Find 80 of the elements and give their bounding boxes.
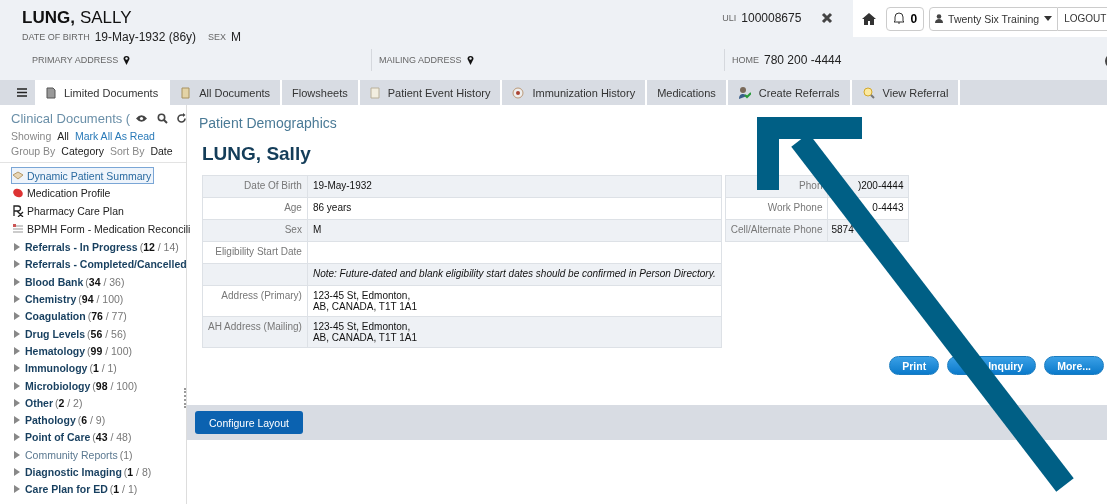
field-label: Address (Primary) [221, 290, 302, 301]
group-by-label: Group By [11, 145, 56, 157]
category-item[interactable]: Hematology [25, 344, 86, 357]
field-value: 0-4443 [872, 202, 904, 213]
patient-first-name: SALLY [79, 8, 132, 28]
category-count: (56 / 56) [87, 327, 127, 340]
category-count: (2 / 2) [55, 396, 83, 409]
mark-all-read-link[interactable]: Mark All As Read [74, 130, 155, 142]
group-by-value: Category [61, 145, 104, 157]
category-item[interactable]: Coagulation [25, 310, 86, 323]
field-value: )200-4444 [857, 180, 904, 191]
sex-value: M [231, 30, 242, 44]
showing-value: All [57, 130, 69, 142]
note-text: Note: Future-dated and blank eligibility start dates should be confirmed in Person Directory. [312, 268, 716, 279]
category-count: (1 / 1) [109, 483, 138, 496]
category-count: (1 / 1) [89, 362, 117, 375]
dob-value: 19-May-1932 (86y) [94, 30, 197, 44]
category-count: (98 / 100) [92, 379, 138, 392]
patient-last-name: LUNG, [22, 8, 75, 28]
dob-label: DATE OF BIRTH [22, 32, 90, 42]
home-label: HOME [732, 55, 759, 65]
document-item[interactable]: Pharmacy Care Plan [11, 202, 127, 219]
home-phone: 780 200 -4444 [764, 53, 842, 67]
category-item[interactable]: Drug Levels [25, 327, 86, 340]
patient-name: LUNG, Sally [202, 143, 312, 165]
document-item[interactable]: Dynamic Patient Summary [11, 167, 155, 184]
uli-label: ULI [722, 13, 737, 23]
field-label: Eligibility Start Date [215, 246, 302, 257]
field-value: M [312, 224, 322, 235]
logout-button[interactable]: LOGOUT [1058, 6, 1107, 31]
category-count: (34 / 36) [85, 275, 125, 288]
document-item[interactable]: Medication Profile [11, 184, 114, 201]
category-count: (12 / 14) [139, 241, 179, 254]
notifications-button[interactable]: 0 [886, 6, 925, 31]
field-value: 19-May-1932 [312, 180, 372, 191]
sex-label: SEX [208, 32, 227, 42]
showing-label: Showing [11, 130, 52, 142]
field-value: 123-45 St, Edmonton, AB, CANADA, T1T 1A1 [312, 290, 418, 312]
category-item[interactable]: Referrals - Completed/Cancelled [25, 258, 187, 271]
category-item[interactable]: Pathology [25, 414, 76, 427]
category-item[interactable]: Chemistry [25, 293, 77, 306]
configure-layout-button[interactable]: Configure Layout [195, 411, 303, 434]
section-title: Patient Demographics [199, 115, 338, 131]
field-label: Cell/Alternate Phone [730, 224, 823, 235]
sort-by-label: Sort By [109, 145, 145, 157]
sort-by-value: Date [150, 145, 173, 157]
category-count: (76 / 77) [87, 310, 127, 323]
primary-address-label: PRIMARY ADDRESS [32, 55, 119, 65]
category-item[interactable]: Referrals - In Progress [25, 241, 138, 254]
uli-value: 100008675 [741, 11, 802, 25]
category-item[interactable]: Point of Care [25, 431, 91, 444]
category-count: (99 / 100) [87, 344, 133, 357]
category-item[interactable]: Immunology [25, 362, 88, 375]
tab[interactable]: Limited Documents [35, 80, 171, 105]
category-item[interactable]: Community Reports [25, 448, 118, 461]
document-item[interactable]: BPMH Form - Medication Reconcili [11, 220, 194, 238]
category-count: (1) [119, 448, 133, 461]
category-item[interactable]: Blood Bank [25, 275, 84, 288]
user-menu-button[interactable]: Twenty Six Training [929, 6, 1059, 31]
category-count: (43 / 48) [92, 431, 132, 444]
category-item[interactable]: Microbiology [25, 379, 91, 392]
field-label: Date Of Birth [244, 180, 302, 191]
action-button[interactable]: Print [889, 356, 940, 375]
category-item[interactable]: Other [25, 396, 53, 409]
category-count: (6 / 9) [77, 414, 106, 427]
field-label: AH Address (Mailing) [208, 321, 302, 332]
field-label: Sex [284, 224, 302, 235]
field-value: 5874 [831, 224, 854, 235]
panel-title: Clinical Documents ( [11, 111, 131, 126]
field-value: 123-45 St, Edmonton, AB, CANADA, T1T 1A1 [312, 321, 418, 343]
mailing-address-label: MAILING ADDRESS [379, 55, 462, 65]
category-count: (94 / 100) [78, 293, 124, 306]
field-value: 86 years [312, 202, 352, 213]
field-label: Work Phone [767, 202, 823, 213]
action-button[interactable]: More... [1044, 356, 1104, 375]
category-item[interactable]: Care Plan for ED [25, 483, 108, 496]
category-count: (1 / 8) [123, 466, 152, 478]
field-label: Age [284, 202, 302, 213]
field-label: Phon [799, 180, 823, 191]
category-item[interactable]: Diagnostic Imaging [25, 466, 122, 478]
